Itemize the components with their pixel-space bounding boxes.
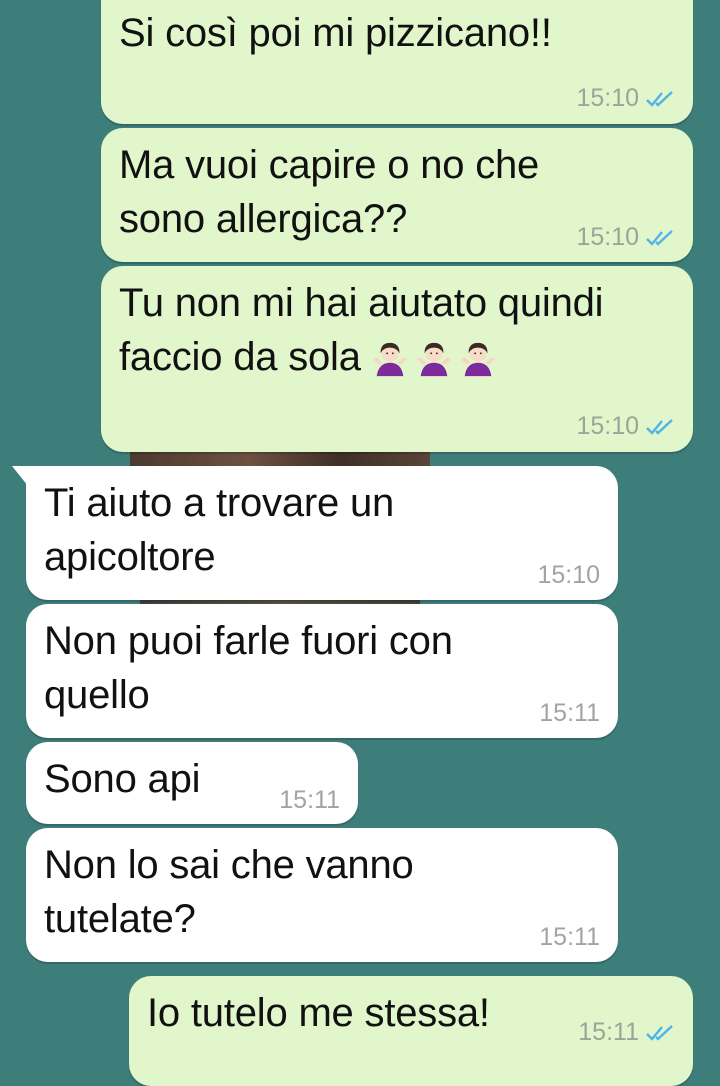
- double-check-read-icon: [646, 1024, 673, 1041]
- woman-shrugging-icon: [460, 342, 495, 377]
- message-time: 15:11: [539, 699, 600, 727]
- message-meta: 15:11: [279, 788, 340, 813]
- double-check-read-icon: [646, 90, 673, 107]
- message-bubble-outgoing[interactable]: Si così poi mi pizzicano!! 15:10: [101, 0, 693, 124]
- message-text: Sono api: [44, 757, 201, 801]
- message-time: 15:10: [576, 223, 639, 251]
- message-meta: 15:11: [539, 925, 600, 950]
- message-time: 15:10: [576, 412, 639, 440]
- message-meta: 15:10: [576, 86, 675, 111]
- message-meta: 15:10: [537, 563, 600, 588]
- double-check-read-icon: [646, 229, 673, 246]
- message-text: Si così poi mi pizzicano!!: [119, 11, 552, 55]
- message-text: Non puoi farle fuori con quello: [44, 619, 453, 717]
- message-bubble-incoming[interactable]: Non lo sai che vanno tutelate? 15:11: [26, 828, 618, 962]
- message-text-content: Tu non mi hai aiutato quindi faccio da s…: [119, 281, 604, 379]
- message-text: Ti aiuto a trovare un apicoltore: [44, 481, 395, 579]
- bubble-tail: [12, 466, 42, 490]
- message-time: 15:10: [576, 84, 639, 112]
- message-meta: 15:10: [576, 225, 675, 250]
- message-meta: 15:11: [578, 1020, 675, 1045]
- message-time: 15:11: [279, 786, 340, 814]
- message-bubble-outgoing[interactable]: Ma vuoi capire o no che sono allergica??…: [101, 128, 693, 262]
- message-time: 15:11: [539, 923, 600, 951]
- message-meta: 15:10: [576, 414, 675, 439]
- message-time: 15:10: [537, 561, 600, 589]
- message-meta: 15:11: [539, 701, 600, 726]
- double-check-read-icon: [646, 418, 673, 435]
- message-bubble-incoming[interactable]: Non puoi farle fuori con quello 15:11: [26, 604, 618, 738]
- message-text: Tu non mi hai aiutato quindi faccio da s…: [119, 276, 604, 384]
- message-bubble-outgoing[interactable]: Tu non mi hai aiutato quindi faccio da s…: [101, 266, 693, 452]
- woman-shrugging-icon: [416, 342, 451, 377]
- message-bubble-incoming[interactable]: Sono api 15:11: [26, 742, 358, 824]
- message-bubble-incoming[interactable]: Ti aiuto a trovare un apicoltore 15:10: [12, 466, 618, 600]
- woman-shrugging-icon: [372, 342, 407, 377]
- message-bubble-outgoing[interactable]: Io tutelo me stessa! 15:11: [129, 976, 693, 1086]
- message-time: 15:11: [578, 1018, 639, 1046]
- message-text: Io tutelo me stessa!: [147, 991, 490, 1035]
- emoji-group: [371, 340, 497, 378]
- message-text: Non lo sai che vanno tutelate?: [44, 843, 414, 941]
- chat-area: Si così poi mi pizzicano!! 15:10 Ma vuoi…: [0, 0, 720, 1086]
- message-text: Ma vuoi capire o no che sono allergica??: [119, 143, 540, 241]
